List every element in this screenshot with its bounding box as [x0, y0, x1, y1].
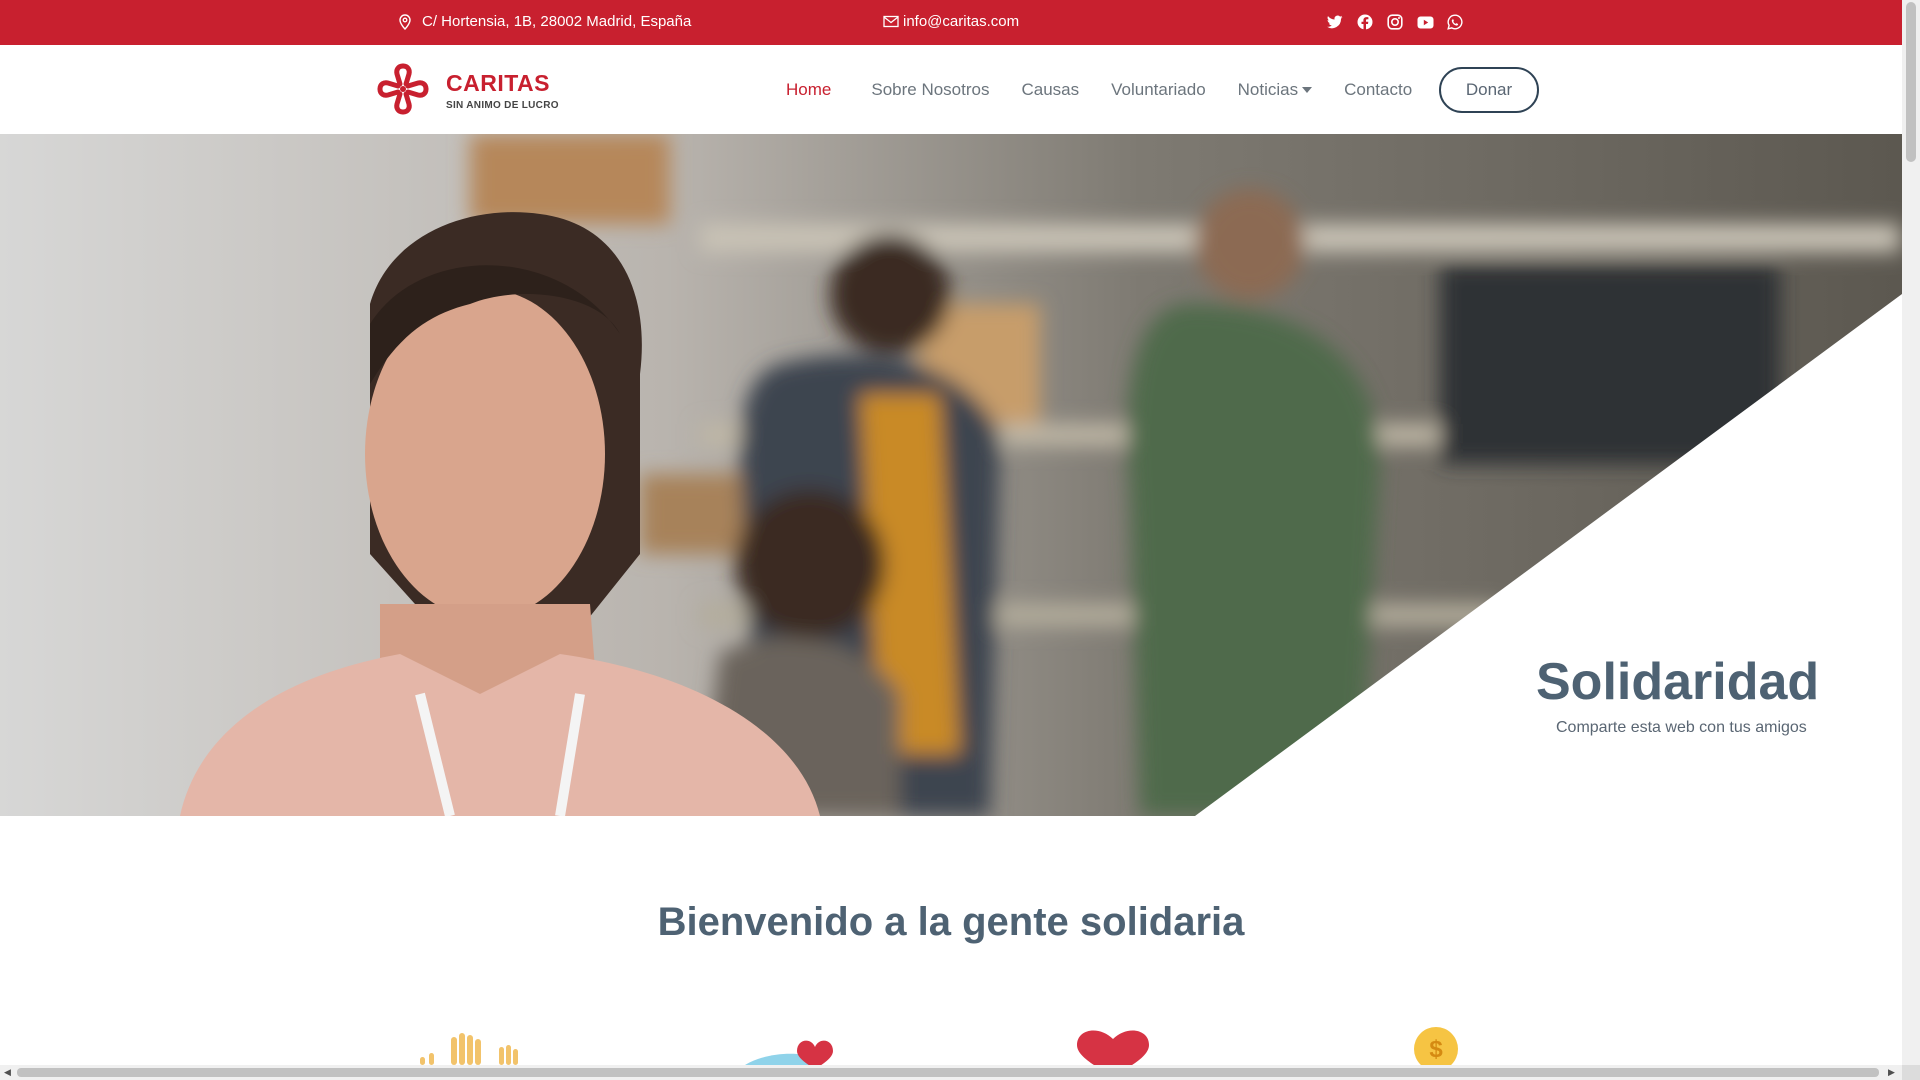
coin-icon: $ [1413, 1025, 1459, 1071]
nav-sobre-nosotros[interactable]: Sobre Nosotros [871, 80, 989, 100]
nav-voluntariado[interactable]: Voluntariado [1111, 80, 1206, 100]
hero-banner: Solidaridad Comparte esta web con tus am… [0, 134, 1902, 816]
logo-tagline: SIN ANIMO DE LUCRO [446, 100, 559, 111]
instagram-icon[interactable] [1386, 13, 1404, 31]
address: C/ Hortensia, 1B, 28002 Madrid, España [398, 13, 691, 30]
social-links [1326, 13, 1464, 31]
nav-causas[interactable]: Causas [1021, 80, 1079, 100]
horizontal-scrollbar[interactable]: ◀ ▶ [0, 1065, 1902, 1080]
facebook-icon[interactable] [1356, 13, 1374, 31]
welcome-title: Bienvenido a la gente solidaria [657, 900, 1245, 944]
whatsapp-icon[interactable] [1446, 13, 1464, 31]
scroll-right-arrow-icon[interactable]: ▶ [1888, 1067, 1895, 1078]
nav-noticias-label: Noticias [1237, 79, 1299, 99]
scrollbar-corner [1902, 1065, 1920, 1080]
svg-text:$: $ [1429, 1036, 1443, 1063]
caret-down-icon [1302, 86, 1313, 93]
youtube-icon[interactable] [1416, 13, 1434, 31]
vertical-scroll-thumb[interactable] [1906, 2, 1916, 162]
nav-contacto[interactable]: Contacto [1344, 80, 1412, 100]
scroll-left-arrow-icon[interactable]: ◀ [4, 1067, 11, 1078]
twitter-icon[interactable] [1326, 13, 1344, 31]
logo-name: CARITAS [446, 70, 551, 96]
envelope-icon [883, 15, 899, 28]
location-pin-icon [398, 13, 412, 30]
donate-button[interactable]: Donar [1439, 67, 1539, 113]
logo-text: CARITAS SIN ANIMO DE LUCRO [446, 72, 559, 111]
hero-subtitle: Comparte esta web con tus amigos [1556, 719, 1807, 736]
main-header: CARITAS SIN ANIMO DE LUCRO Home Sobre No… [0, 45, 1902, 134]
feature-icons-row: $ [0, 1025, 1902, 1071]
vertical-scrollbar[interactable] [1902, 0, 1920, 1065]
top-info-bar: C/ Hortensia, 1B, 28002 Madrid, España i… [0, 0, 1902, 45]
main-nav: Home Sobre Nosotros Causas Voluntariado … [786, 45, 1444, 134]
logo[interactable]: CARITAS SIN ANIMO DE LUCRO [374, 60, 559, 123]
caritas-cross-icon [374, 60, 432, 123]
heart-hand-icon [745, 1025, 855, 1070]
email-text[interactable]: info@caritas.com [903, 13, 1019, 30]
email[interactable]: info@caritas.com [883, 13, 1019, 30]
nav-noticias[interactable]: Noticias [1237, 79, 1313, 100]
hands-icon [415, 1025, 527, 1070]
heart-icon [1075, 1025, 1151, 1071]
horizontal-scroll-thumb[interactable] [17, 1068, 1879, 1077]
hero-title: Solidaridad [1536, 653, 1820, 711]
nav-home[interactable]: Home [786, 80, 831, 100]
hero-diagonal-panel [1195, 294, 1902, 816]
address-text: C/ Hortensia, 1B, 28002 Madrid, España [422, 13, 692, 30]
